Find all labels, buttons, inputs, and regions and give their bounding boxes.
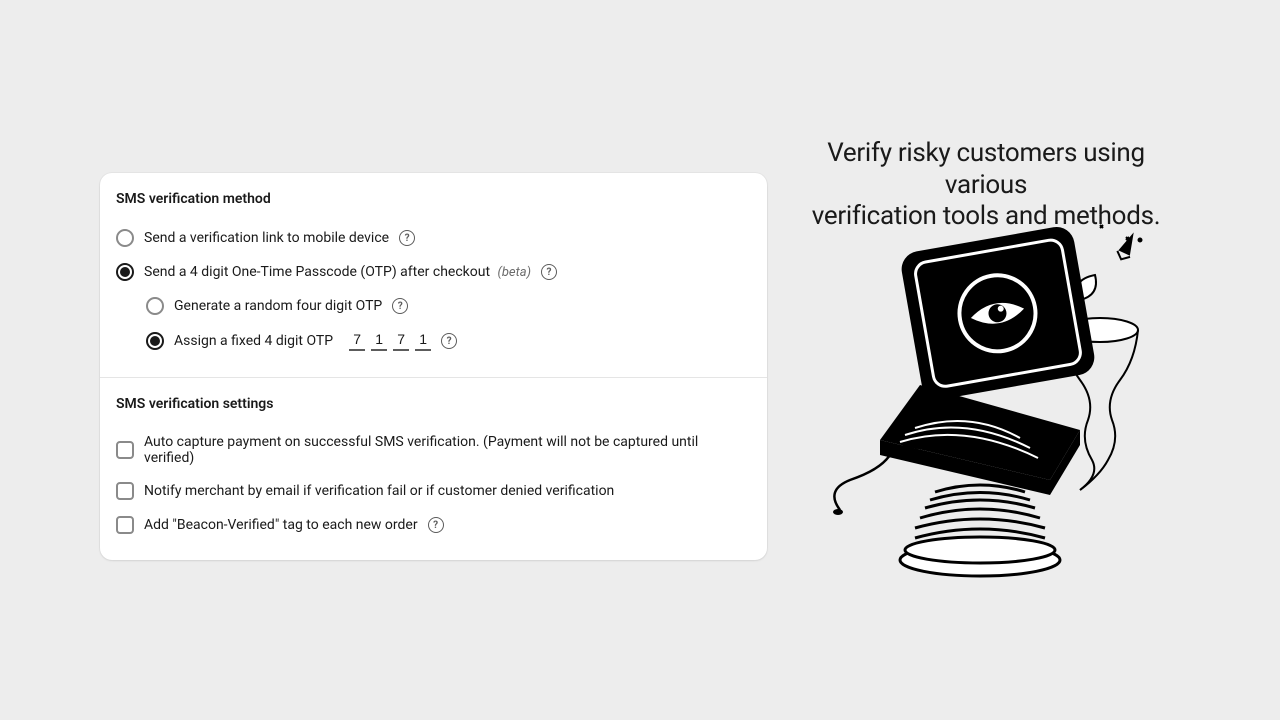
option-label: Assign a fixed 4 digit OTP <box>174 333 333 349</box>
option-label: Add "Beacon-Verified" tag to each new or… <box>144 517 418 533</box>
option-label: Notify merchant by email if verification… <box>144 483 614 499</box>
otp-digit-4[interactable] <box>415 331 431 351</box>
option-random-otp[interactable]: Generate a random four digit OTP <box>116 289 751 323</box>
radio-icon[interactable] <box>146 332 164 350</box>
radio-icon[interactable] <box>116 229 134 247</box>
otp-digit-3[interactable] <box>393 331 409 351</box>
checkbox-icon[interactable] <box>116 516 134 534</box>
option-fixed-otp[interactable]: Assign a fixed 4 digit OTP <box>116 323 751 359</box>
otp-inputs <box>349 331 431 351</box>
help-icon[interactable] <box>441 333 457 349</box>
option-label: Generate a random four digit OTP <box>174 298 382 314</box>
headline: Verify risky customers using various ver… <box>796 138 1176 233</box>
option-label-text: Send a 4 digit One-Time Passcode (OTP) a… <box>144 264 490 280</box>
sms-settings-section: SMS verification settings Auto capture p… <box>100 377 767 560</box>
option-verification-link[interactable]: Send a verification link to mobile devic… <box>116 221 751 255</box>
option-label: Send a verification link to mobile devic… <box>144 230 389 246</box>
help-icon[interactable] <box>428 517 444 533</box>
radio-icon[interactable] <box>116 263 134 281</box>
checkbox-icon[interactable] <box>116 482 134 500</box>
option-label: Auto capture payment on successful SMS v… <box>144 434 751 466</box>
setting-add-tag[interactable]: Add "Beacon-Verified" tag to each new or… <box>116 508 751 542</box>
sms-method-section: SMS verification method Send a verificat… <box>100 173 767 377</box>
settings-card: SMS verification method Send a verificat… <box>100 173 767 560</box>
option-label: Send a 4 digit One-Time Passcode (OTP) a… <box>144 264 531 280</box>
sms-method-title: SMS verification method <box>116 191 751 207</box>
setting-notify-merchant[interactable]: Notify merchant by email if verification… <box>116 474 751 508</box>
otp-digit-2[interactable] <box>371 331 387 351</box>
beta-badge: (beta) <box>498 265 531 280</box>
laptop-illustration <box>820 220 1160 580</box>
help-icon[interactable] <box>392 298 408 314</box>
sms-settings-title: SMS verification settings <box>116 396 751 412</box>
help-icon[interactable] <box>541 264 557 280</box>
headline-line-1: Verify risky customers using various <box>827 138 1145 200</box>
option-otp[interactable]: Send a 4 digit One-Time Passcode (OTP) a… <box>116 255 751 289</box>
checkbox-icon[interactable] <box>116 441 134 459</box>
otp-digit-1[interactable] <box>349 331 365 351</box>
radio-icon[interactable] <box>146 297 164 315</box>
setting-auto-capture[interactable]: Auto capture payment on successful SMS v… <box>116 426 751 474</box>
help-icon[interactable] <box>399 230 415 246</box>
